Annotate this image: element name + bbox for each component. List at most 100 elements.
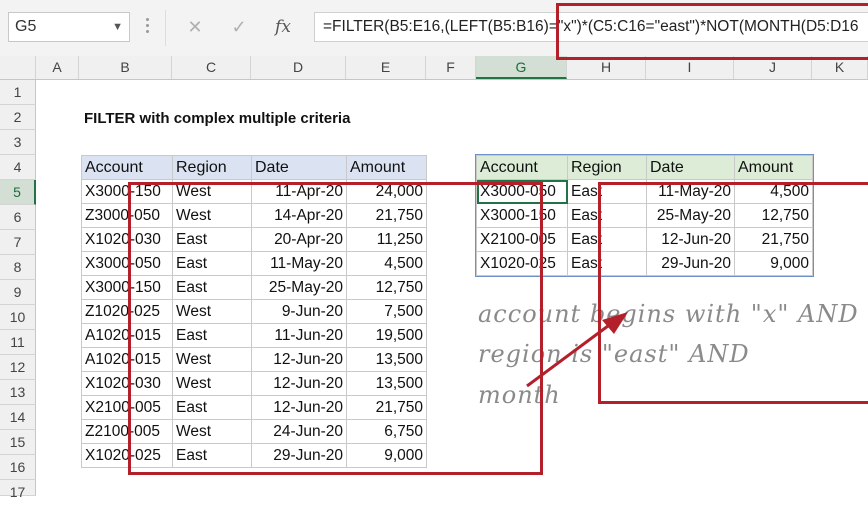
cell-date[interactable]: 9-Jun-20 bbox=[251, 299, 347, 324]
header-account[interactable]: Account bbox=[81, 155, 173, 180]
row-header[interactable]: 7 bbox=[0, 230, 36, 255]
cell-amount[interactable]: 6,750 bbox=[346, 419, 427, 444]
cell-region[interactable]: East bbox=[172, 251, 252, 276]
sheet-title[interactable]: FILTER with complex multiple criteria bbox=[84, 110, 350, 127]
cell-amount[interactable]: 4,500 bbox=[346, 251, 427, 276]
cell-amount[interactable]: 21,750 bbox=[734, 227, 813, 252]
cell-date[interactable]: 14-Apr-20 bbox=[251, 203, 347, 228]
header-date[interactable]: Date bbox=[646, 155, 735, 180]
cell-region[interactable]: West bbox=[172, 371, 252, 396]
cell-region[interactable]: East bbox=[567, 227, 647, 252]
cell-account[interactable]: X1020-030 bbox=[81, 371, 173, 396]
header-account[interactable]: Account bbox=[476, 155, 568, 180]
cell-amount[interactable]: 9,000 bbox=[346, 443, 427, 468]
row-header[interactable]: 13 bbox=[0, 380, 36, 405]
cell-date[interactable]: 12-Jun-20 bbox=[251, 371, 347, 396]
row-header[interactable]: 17 bbox=[0, 480, 36, 500]
header-amount[interactable]: Amount bbox=[346, 155, 427, 180]
cell-account[interactable]: X2100-005 bbox=[476, 227, 568, 252]
column-header-a[interactable]: A bbox=[36, 56, 79, 79]
row-header[interactable]: 1 bbox=[0, 80, 36, 105]
cell-amount[interactable]: 24,000 bbox=[346, 179, 427, 204]
column-header-j[interactable]: J bbox=[734, 56, 812, 79]
cell-amount[interactable]: 12,750 bbox=[346, 275, 427, 300]
cell-date[interactable]: 29-Jun-20 bbox=[646, 251, 735, 276]
cell-amount[interactable]: 21,750 bbox=[346, 395, 427, 420]
column-header-d[interactable]: D bbox=[251, 56, 346, 79]
cell-region[interactable]: East bbox=[172, 275, 252, 300]
header-region[interactable]: Region bbox=[567, 155, 647, 180]
column-header-i[interactable]: I bbox=[646, 56, 734, 79]
cell-amount[interactable]: 21,750 bbox=[346, 203, 427, 228]
row-header[interactable]: 14 bbox=[0, 405, 36, 430]
cell-date[interactable]: 11-Jun-20 bbox=[251, 323, 347, 348]
row-header[interactable]: 4 bbox=[0, 155, 36, 180]
cell-region[interactable]: West bbox=[172, 347, 252, 372]
column-header-f[interactable]: F bbox=[426, 56, 476, 79]
cell-amount[interactable]: 13,500 bbox=[346, 347, 427, 372]
row-header[interactable]: 5 bbox=[0, 180, 36, 205]
cell-account[interactable]: Z1020-025 bbox=[81, 299, 173, 324]
row-header[interactable]: 9 bbox=[0, 280, 36, 305]
row-header[interactable]: 8 bbox=[0, 255, 36, 280]
cell-date[interactable]: 29-Jun-20 bbox=[251, 443, 347, 468]
column-header-k[interactable]: K bbox=[812, 56, 868, 79]
cell-account[interactable]: A1020-015 bbox=[81, 323, 173, 348]
header-date[interactable]: Date bbox=[251, 155, 347, 180]
cell-account[interactable]: X3000-150 bbox=[81, 275, 173, 300]
cell-date[interactable]: 24-Jun-20 bbox=[251, 419, 347, 444]
cell-region[interactable]: East bbox=[172, 323, 252, 348]
cell-region[interactable]: West bbox=[172, 299, 252, 324]
cell-date[interactable]: 20-Apr-20 bbox=[251, 227, 347, 252]
cell-account[interactable]: X2100-005 bbox=[81, 395, 173, 420]
column-header-c[interactable]: C bbox=[172, 56, 251, 79]
cell-region[interactable]: East bbox=[567, 203, 647, 228]
column-header-g[interactable]: G bbox=[476, 56, 567, 79]
select-all-corner[interactable] bbox=[0, 56, 36, 79]
row-header[interactable]: 16 bbox=[0, 455, 36, 480]
enter-icon[interactable]: ✓ bbox=[224, 14, 254, 40]
cell-region[interactable]: East bbox=[567, 179, 647, 204]
cell-region[interactable]: East bbox=[172, 443, 252, 468]
cell-date[interactable]: 25-May-20 bbox=[646, 203, 735, 228]
cell-region[interactable]: West bbox=[172, 419, 252, 444]
header-amount[interactable]: Amount bbox=[734, 155, 813, 180]
row-header[interactable]: 10 bbox=[0, 305, 36, 330]
cancel-icon[interactable]: ✕ bbox=[180, 14, 210, 40]
cell-region[interactable]: East bbox=[172, 227, 252, 252]
cell-date[interactable]: 12-Jun-20 bbox=[251, 347, 347, 372]
cell-account[interactable]: X3000-050 bbox=[81, 251, 173, 276]
insert-function-icon[interactable]: fx bbox=[268, 14, 298, 40]
cell-amount[interactable]: 13,500 bbox=[346, 371, 427, 396]
cell-date[interactable]: 12-Jun-20 bbox=[646, 227, 735, 252]
cell-account[interactable]: X3000-150 bbox=[476, 203, 568, 228]
cell-date[interactable]: 11-May-20 bbox=[251, 251, 347, 276]
cell-date[interactable]: 12-Jun-20 bbox=[251, 395, 347, 420]
cell-amount[interactable]: 19,500 bbox=[346, 323, 427, 348]
formula-input[interactable]: =FILTER(B5:E16,(LEFT(B5:B16)="x")*(C5:C1… bbox=[314, 12, 868, 42]
cell-account[interactable]: A1020-015 bbox=[81, 347, 173, 372]
column-header-h[interactable]: H bbox=[567, 56, 646, 79]
cell-account[interactable]: Z2100-005 bbox=[81, 419, 173, 444]
cell-amount[interactable]: 4,500 bbox=[734, 179, 813, 204]
chevron-down-icon[interactable]: ▼ bbox=[112, 13, 123, 41]
cell-region[interactable]: East bbox=[172, 395, 252, 420]
row-header[interactable]: 6 bbox=[0, 205, 36, 230]
cell-region[interactable]: East bbox=[567, 251, 647, 276]
column-header-e[interactable]: E bbox=[346, 56, 426, 79]
cell-date[interactable]: 11-May-20 bbox=[646, 179, 735, 204]
name-box[interactable]: G5 ▼ bbox=[8, 12, 130, 42]
column-header-b[interactable]: B bbox=[79, 56, 172, 79]
cell-account[interactable]: X3000-150 bbox=[81, 179, 173, 204]
cell-account[interactable]: X1020-030 bbox=[81, 227, 173, 252]
cell-region[interactable]: West bbox=[172, 203, 252, 228]
more-options-icon[interactable] bbox=[146, 18, 150, 36]
cell-date[interactable]: 25-May-20 bbox=[251, 275, 347, 300]
cell-date[interactable]: 11-Apr-20 bbox=[251, 179, 347, 204]
cell-account[interactable]: Z3000-050 bbox=[81, 203, 173, 228]
row-header[interactable]: 3 bbox=[0, 130, 36, 155]
cell-amount[interactable]: 11,250 bbox=[346, 227, 427, 252]
cell-account[interactable]: X1020-025 bbox=[476, 251, 568, 276]
row-header[interactable]: 2 bbox=[0, 105, 36, 130]
cell-amount[interactable]: 9,000 bbox=[734, 251, 813, 276]
